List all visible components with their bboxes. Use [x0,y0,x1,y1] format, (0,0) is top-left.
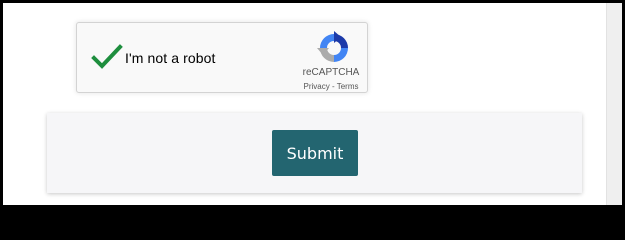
recaptcha-checkbox[interactable] [91,43,123,71]
submit-panel: Submit [47,113,582,193]
recaptcha-logo-icon [317,31,348,62]
recaptcha-brand: reCAPTCHA [302,67,360,78]
submit-button[interactable]: Submit [272,130,358,176]
terms-link[interactable]: Terms [337,82,359,91]
links-separator: - [329,82,337,91]
privacy-link[interactable]: Privacy [304,82,330,91]
recaptcha-links: Privacy - Terms [289,82,373,91]
recaptcha-label: I'm not a robot [125,50,216,66]
browser-viewport: I'm not a robot reCAPTCHA Privacy - Term… [3,3,622,205]
page-content: I'm not a robot reCAPTCHA Privacy - Term… [3,3,606,205]
scrollbar[interactable] [606,3,622,205]
recaptcha-widget: I'm not a robot reCAPTCHA Privacy - Term… [76,22,368,93]
checkmark-icon [91,44,123,69]
